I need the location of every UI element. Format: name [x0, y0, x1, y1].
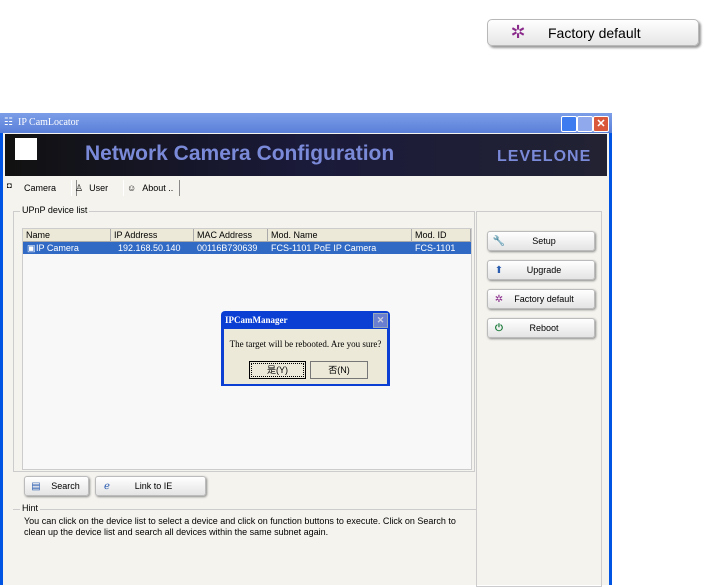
- hint-divider: [13, 509, 476, 510]
- group-label: UPnP device list: [20, 205, 90, 215]
- cell-name: IP Camera: [36, 243, 79, 253]
- hint-label: Hint: [20, 503, 41, 513]
- spinner-icon: ✲: [510, 22, 526, 42]
- spinner-icon: ✲: [494, 293, 504, 305]
- dialog-close-button[interactable]: ✕: [373, 313, 388, 328]
- dialog-title-bar: IPCamManager ✕: [221, 311, 390, 328]
- search-icon: ▤: [31, 480, 41, 492]
- button-label: Setup: [532, 236, 556, 246]
- factory-default-large-button[interactable]: ✲ Factory default: [487, 19, 699, 46]
- upgrade-icon: ⬆: [494, 264, 504, 276]
- button-label: Link to IE: [134, 481, 173, 491]
- banner: Network Camera Configuration LEVELONE: [5, 134, 607, 176]
- factory-default-button[interactable]: ✲ Factory default: [487, 289, 595, 309]
- levelone-logo: [15, 136, 47, 174]
- brand-logo: LEVELONE: [497, 148, 592, 165]
- dialog-body: The target will be rebooted. Are you sur…: [224, 329, 387, 384]
- tab-label: Camera: [24, 183, 57, 193]
- banner-title: Network Camera Configuration: [85, 142, 395, 165]
- link-to-ie-button[interactable]: ℯ Link to IE: [95, 476, 206, 496]
- tab-user[interactable]: ♙ User: [71, 180, 124, 196]
- window-title: IP CamLocator: [18, 117, 80, 128]
- wrench-icon: 🔧: [492, 235, 506, 247]
- column-header[interactable]: Mod. Name: [268, 229, 412, 242]
- button-label: Factory default: [548, 24, 641, 41]
- cell-mod-name: FCS-1101 PoE IP Camera: [271, 243, 377, 253]
- no-button[interactable]: 否(N): [310, 361, 368, 379]
- close-button[interactable]: ✕: [593, 116, 609, 132]
- reboot-button[interactable]: ⏻ Reboot: [487, 318, 595, 338]
- title-bar: ☷ IP CamLocator ✕: [0, 113, 612, 133]
- ie-icon: ℯ: [104, 480, 110, 492]
- setup-button[interactable]: 🔧 Setup: [487, 231, 595, 251]
- dialog-title: IPCamManager: [225, 315, 288, 325]
- upgrade-button[interactable]: ⬆ Upgrade: [487, 260, 595, 280]
- tab-label: About ..: [142, 183, 174, 193]
- search-button[interactable]: ▤ Search: [24, 476, 89, 496]
- info-icon: ☺: [127, 183, 137, 193]
- button-label: Factory default: [514, 294, 574, 304]
- minimize-button[interactable]: [561, 116, 577, 132]
- maximize-button[interactable]: [577, 116, 593, 132]
- hint-text: You can click on the device list to sele…: [24, 516, 456, 537]
- yes-button[interactable]: 是(Y): [249, 361, 306, 379]
- cell-ip: 192.168.50.140: [118, 243, 181, 253]
- confirm-dialog: IPCamManager ✕ The target will be reboot…: [221, 311, 390, 386]
- tab-camera[interactable]: Camera: [14, 180, 77, 196]
- button-label: Search: [51, 481, 80, 491]
- dialog-message: The target will be rebooted. Are you sur…: [229, 339, 382, 349]
- cell-mac: 00116B730639: [197, 243, 258, 253]
- column-header[interactable]: Mod. ID: [412, 229, 471, 242]
- power-icon: ⏻: [495, 322, 503, 334]
- tab-label: User: [89, 183, 109, 193]
- column-header[interactable]: Name: [23, 229, 111, 242]
- button-label: Upgrade: [526, 265, 562, 275]
- table-row[interactable]: ▣ IP Camera 192.168.50.140 00116B730639 …: [23, 242, 471, 254]
- tab-about[interactable]: ☺ About ..: [123, 180, 180, 196]
- window-border: [609, 133, 612, 585]
- column-header[interactable]: IP Address: [111, 229, 194, 242]
- app-icon: ☷: [4, 117, 13, 128]
- column-header[interactable]: MAC Address: [194, 229, 268, 242]
- cell-mod-id: FCS-1101: [415, 243, 456, 253]
- user-icon: ♙: [75, 182, 84, 193]
- camera-tab-icon: ◘: [7, 181, 12, 190]
- button-label: Reboot: [529, 323, 559, 333]
